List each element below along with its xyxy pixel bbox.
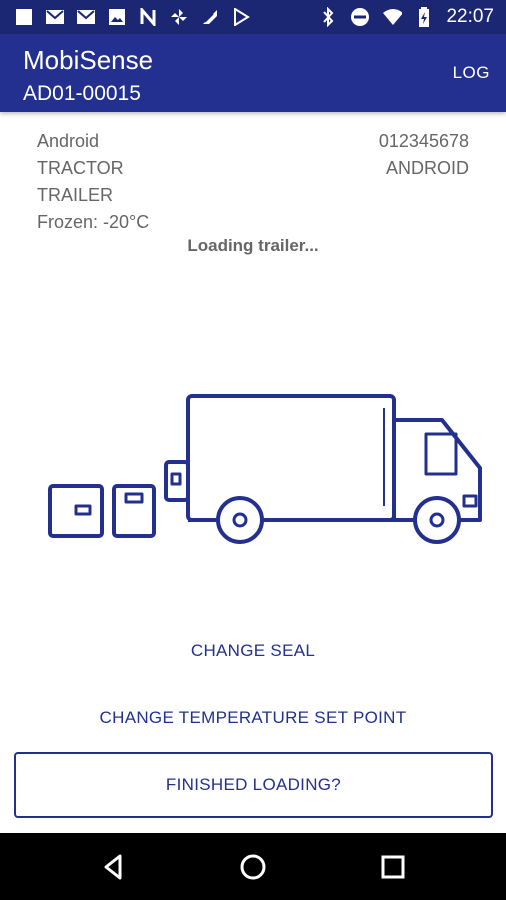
gmail-icon — [76, 7, 96, 27]
device-id: 012345678 — [378, 131, 469, 151]
system-icons: 22:07 — [318, 7, 494, 27]
wifi-icon — [382, 7, 403, 27]
do-not-disturb-icon — [350, 7, 370, 27]
image-icon — [107, 7, 127, 27]
app-title: MobiSense — [23, 45, 154, 75]
info-row-device: Android 012345678 — [37, 131, 469, 155]
trailer-label: TRAILER — [37, 185, 114, 205]
battery-icon — [414, 7, 434, 27]
home-circle-icon[interactable] — [237, 851, 269, 883]
loading-status-message: Loading trailer... — [187, 236, 319, 255]
app-subtitle: AD01-00015 — [23, 82, 141, 105]
change-temperature-button[interactable]: CHANGE TEMPERATURE SET POINT — [0, 708, 506, 728]
tractor-label: TRACTOR — [37, 158, 124, 178]
gmail-icon — [45, 7, 65, 27]
back-triangle-icon[interactable] — [98, 851, 130, 883]
change-seal-button[interactable]: CHANGE SEAL — [0, 641, 506, 661]
truck-loading-icon — [44, 390, 486, 550]
log-button[interactable]: LOG — [453, 63, 490, 83]
status-clock: 22:07 — [446, 6, 494, 27]
tractor-value: ANDROID — [385, 158, 469, 178]
status-bar: 22:07 — [0, 0, 506, 34]
sync-icon — [169, 7, 189, 27]
info-row-temperature: Frozen: -20°C — [37, 212, 469, 236]
temperature-value: Frozen: -20°C — [37, 212, 150, 232]
info-row-tractor: TRACTOR ANDROID — [37, 158, 469, 182]
device-name: Android — [37, 131, 100, 151]
notification-square-icon — [14, 7, 34, 27]
navigation-bar — [0, 833, 506, 900]
info-row-trailer: TRAILER — [37, 185, 469, 209]
play-store-icon — [231, 7, 251, 27]
app-bar: MobiSense AD01-00015 LOG — [0, 34, 506, 112]
n-app-icon — [138, 7, 158, 27]
notification-icons — [14, 7, 251, 27]
bluetooth-icon — [318, 7, 338, 27]
finished-loading-button[interactable]: FINISHED LOADING? — [14, 752, 493, 818]
recents-square-icon[interactable] — [377, 851, 409, 883]
feather-icon — [200, 7, 220, 27]
finished-loading-label: FINISHED LOADING? — [165, 775, 342, 794]
